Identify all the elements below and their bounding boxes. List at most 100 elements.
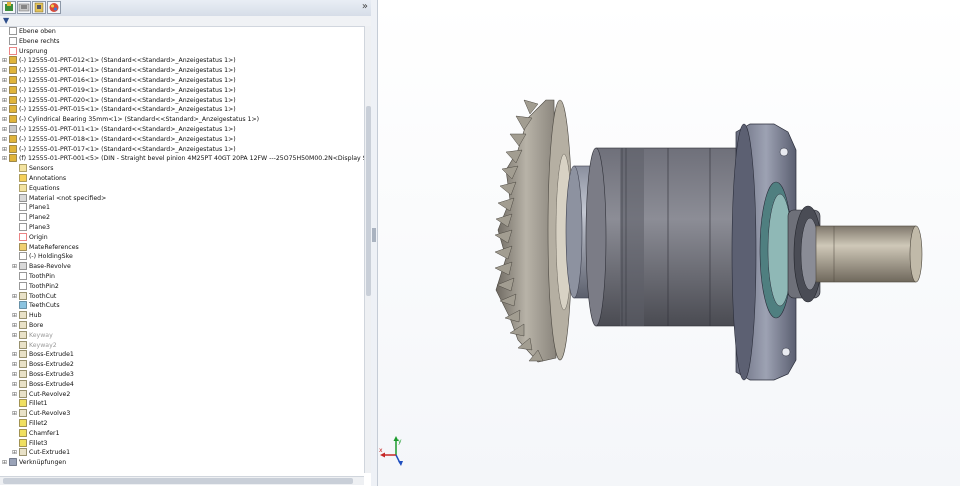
tree-item[interactable]: ⊞ (-) Cylindrical Bearing 35mm<1> (Standa… xyxy=(2,115,259,125)
tree-item[interactable]: ⊞ Keyway xyxy=(12,330,53,341)
expand-toggle-icon[interactable]: ⊞ xyxy=(2,154,8,164)
tree-item[interactable]: ⊞ (-) 12555-01-PRT-019<1> (Standard<<Stan… xyxy=(2,85,236,96)
expand-toggle-icon[interactable]: ⊞ xyxy=(12,448,18,458)
feature-manager-panel: » ▼ Ebene oben Ebene rechts Ursprung ⊞ (-) 1… xyxy=(0,0,372,486)
tree-item[interactable]: ToothPin xyxy=(12,272,55,282)
expand-toggle-icon[interactable]: ⊞ xyxy=(2,66,8,76)
tree-item-label: Cut-Extrude1 xyxy=(29,449,71,457)
property-manager-tab-icon[interactable] xyxy=(17,1,31,14)
cut-icon xyxy=(19,291,27,300)
bearing-housing[interactable] xyxy=(585,147,745,327)
tree-item[interactable]: ⊞ ToothCut xyxy=(12,291,57,302)
tree-item[interactable]: MateReferences xyxy=(12,242,79,253)
tree-item[interactable]: Plane3 xyxy=(12,223,50,233)
expand-toggle-icon[interactable]: ⊞ xyxy=(12,292,18,302)
expand-toggle-icon[interactable]: ⊞ xyxy=(12,390,18,400)
tree-item[interactable]: ⊞ Boss-Extrude4 xyxy=(12,379,74,390)
tree-item[interactable]: ToothPin2 xyxy=(12,281,59,292)
tree-item-label: Bore xyxy=(29,322,44,329)
tree-item[interactable]: ⊞ Hub xyxy=(12,311,42,321)
tree-item[interactable]: ⊞ (-) 12555-01-PRT-012<1> (Standard<<Stan… xyxy=(2,56,236,66)
tree-item[interactable]: ⊞ (f) 12555-01-PRT-001<5> (DIN - Straight… xyxy=(2,154,364,164)
tree-item-label: TeethCuts xyxy=(29,302,60,310)
expand-toggle-icon[interactable]: ⊞ xyxy=(12,360,18,370)
tree-item[interactable]: ⊞ Cut-Revolve3 xyxy=(12,409,70,419)
bevel-gear[interactable] xyxy=(494,99,573,363)
expand-toggle-icon[interactable]: ⊞ xyxy=(12,311,18,321)
tree-item[interactable]: Ursprung xyxy=(2,46,48,57)
tree-item[interactable]: ⊞ Base-Revolve xyxy=(12,262,71,272)
tree-item[interactable]: Keyway2 xyxy=(12,340,57,351)
tree-item[interactable]: TeethCuts xyxy=(12,301,60,311)
tree-item[interactable]: ⊞ (-) 12555-01-PRT-016<1> (Standard<<Stan… xyxy=(2,76,236,86)
configuration-manager-tab-icon[interactable] xyxy=(32,1,46,14)
tree-item-label: (-) 12555-01-PRT-012<1> (Standard<<Stand… xyxy=(19,57,236,65)
tree-item[interactable]: Plane2 xyxy=(12,213,50,223)
tree-item[interactable]: ⊞ (-) 12555-01-PRT-020<1> (Standard<<Stan… xyxy=(2,95,236,106)
tree-item[interactable]: ⊞ Bore xyxy=(12,321,43,331)
feature-manager-tab-icon[interactable] xyxy=(2,1,16,14)
tree-item[interactable]: Ebene rechts xyxy=(2,36,60,47)
expand-toggle-icon[interactable]: ⊞ xyxy=(12,331,18,341)
tree-item[interactable]: Equations xyxy=(12,183,60,194)
tree-item[interactable]: Fillet2 xyxy=(12,419,47,429)
tree-item-label: ToothCut xyxy=(29,292,57,300)
expand-toggle-icon[interactable]: ⊞ xyxy=(2,96,8,106)
tree-item[interactable]: ⊞ Boss-Extrude2 xyxy=(12,360,74,370)
tree-item[interactable]: ⊞ Cut-Revolve2 xyxy=(12,389,70,400)
output-shaft[interactable] xyxy=(815,225,923,283)
tree-item[interactable]: Sensors xyxy=(12,164,53,174)
tree-item[interactable]: ⊞ Boss-Extrude1 xyxy=(12,350,74,360)
tree-item[interactable]: ⊞ (-) 12555-01-PRT-014<1> (Standard<<Stan… xyxy=(2,66,236,76)
horizontal-scroll-thumb[interactable] xyxy=(3,478,353,484)
assembly-model[interactable] xyxy=(378,0,960,486)
sketch-icon xyxy=(19,252,27,261)
tree-item[interactable]: Fillet1 xyxy=(12,399,47,409)
tree-item[interactable]: Material <not specified> xyxy=(12,193,106,204)
tree-item[interactable]: ⊞ Boss-Extrude3 xyxy=(12,370,74,380)
tree-item[interactable]: Chamfer1 xyxy=(12,428,60,439)
tree-item[interactable]: (-) HoldingSke xyxy=(12,252,73,262)
expand-toggle-icon[interactable]: ⊞ xyxy=(12,350,18,360)
expand-toggle-icon[interactable]: ⊞ xyxy=(12,380,18,390)
filter-icon[interactable]: ▼ xyxy=(3,16,9,26)
expand-toggle-icon[interactable]: ⊞ xyxy=(2,56,8,66)
tree-item-label: Sensors xyxy=(29,165,54,173)
splitter-grip[interactable] xyxy=(372,228,376,242)
tree-item-label: (-) 12555-01-PRT-014<1> (Standard<<Stand… xyxy=(19,67,236,75)
tree-item[interactable]: Fillet3 xyxy=(12,438,47,449)
horizontal-scrollbar[interactable] xyxy=(0,476,364,485)
graphics-viewport[interactable] xyxy=(378,0,960,486)
expand-toggle-icon[interactable]: ⊞ xyxy=(2,76,8,86)
cut-icon xyxy=(19,448,27,457)
tree-item[interactable]: ⊞ (-) 12555-01-PRT-015<1> (Standard<<Stan… xyxy=(2,105,236,115)
expand-toggle-icon[interactable]: ⊞ xyxy=(12,262,18,272)
display-manager-tab-icon[interactable] xyxy=(47,1,61,14)
tree-item[interactable]: Origin xyxy=(12,232,48,243)
tree-item[interactable]: Ebene oben xyxy=(2,27,56,37)
expand-toggle-icon[interactable]: ⊞ xyxy=(2,86,8,96)
cut-icon xyxy=(19,330,27,339)
expand-toggle-icon[interactable]: ⊞ xyxy=(12,321,18,331)
cut-icon xyxy=(19,340,27,349)
expand-toggle-icon[interactable]: ⊞ xyxy=(12,370,18,380)
tree-item[interactable]: Annotations xyxy=(12,174,66,184)
expand-toggle-icon[interactable]: ⊞ xyxy=(12,409,18,419)
tree-item[interactable]: ⊞ (-) 12555-01-PRT-011<1> (Standard<<Stan… xyxy=(2,125,236,135)
panel-splitter[interactable] xyxy=(371,0,378,486)
tree-item[interactable]: ⊞ (-) 12555-01-PRT-017<1> (Standard<<Stan… xyxy=(2,144,236,155)
expand-toggle-icon[interactable]: ⊞ xyxy=(2,115,8,125)
expand-toggle-icon[interactable]: ⊞ xyxy=(2,458,8,468)
cut-icon xyxy=(19,389,27,398)
expand-panel-icon[interactable]: » xyxy=(362,1,368,12)
chamfer-icon xyxy=(19,428,27,437)
flange[interactable] xyxy=(731,123,797,381)
tree-item[interactable]: ⊞ Cut-Extrude1 xyxy=(12,448,70,458)
expand-toggle-icon[interactable]: ⊞ xyxy=(2,145,8,155)
expand-toggle-icon[interactable]: ⊞ xyxy=(2,105,8,115)
expand-toggle-icon[interactable]: ⊞ xyxy=(2,135,8,145)
tree-item[interactable]: ⊞ Verknüpfungen xyxy=(2,458,66,468)
tree-item[interactable]: Plane1 xyxy=(12,203,50,213)
tree-item[interactable]: ⊞ (-) 12555-01-PRT-018<1> (Standard<<Stan… xyxy=(2,134,236,145)
expand-toggle-icon[interactable]: ⊞ xyxy=(2,125,8,135)
